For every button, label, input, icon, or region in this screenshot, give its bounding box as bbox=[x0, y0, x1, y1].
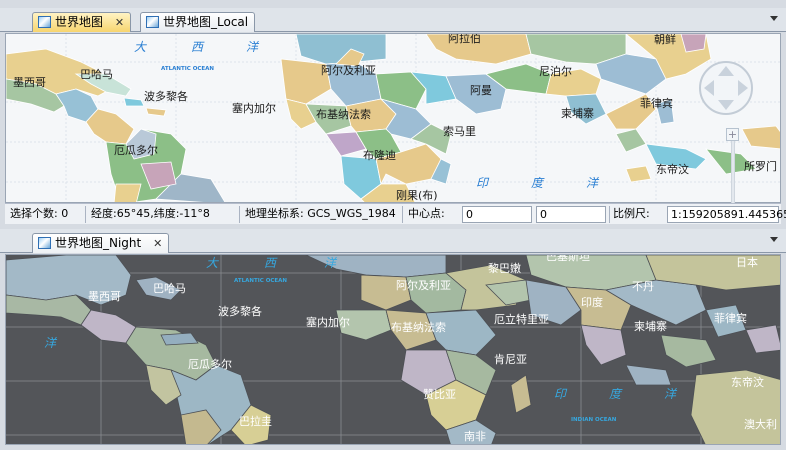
status-separator bbox=[402, 206, 403, 223]
top-tab-bar: 世界地图 ✕ 世界地图_Local bbox=[0, 8, 786, 32]
country-label: 南非 bbox=[464, 430, 486, 443]
country-label: 肯尼亚 bbox=[494, 353, 527, 366]
cursor-coordinates: 经度:65°45,纬度:-11°8 bbox=[91, 207, 210, 220]
tab-world-map[interactable]: 世界地图 ✕ bbox=[32, 12, 132, 32]
country-label: 布隆迪 bbox=[363, 148, 396, 162]
map-tab-icon bbox=[38, 237, 51, 249]
country-label: 澳大利 bbox=[744, 417, 777, 431]
country-label: 柬埔寨 bbox=[561, 106, 594, 120]
country-label: 黎巴嫩 bbox=[488, 261, 521, 275]
chevron-down-icon[interactable] bbox=[770, 16, 778, 21]
status-separator bbox=[609, 206, 610, 223]
country-label: 东帝汶 bbox=[731, 375, 764, 389]
pan-control[interactable] bbox=[698, 60, 754, 116]
ocean-label: 西 bbox=[191, 40, 205, 54]
country-label: 墨西哥 bbox=[13, 76, 46, 89]
center-x-field[interactable]: 0 bbox=[462, 206, 532, 223]
country-label: 波多黎各 bbox=[218, 304, 262, 318]
ocean-label: 大 bbox=[134, 40, 148, 54]
country-label: 塞内加尔 bbox=[232, 101, 276, 115]
tab-world-map-night[interactable]: 世界地图_Night ✕ bbox=[32, 233, 170, 253]
ocean-label: 西 bbox=[264, 256, 278, 270]
country-label: 巴哈马 bbox=[80, 68, 113, 81]
country-label: 巴基斯坦 bbox=[546, 255, 590, 263]
country-label: 朝鲜 bbox=[654, 34, 676, 46]
country-label: 厄立特里亚 bbox=[494, 312, 549, 326]
country-label: 刚果(布) bbox=[396, 189, 438, 202]
ocean-label: 印 bbox=[554, 387, 568, 401]
status-bar: 选择个数: 0 经度:65°45,纬度:-11°8 地理坐标系: GCS_WGS… bbox=[5, 203, 786, 224]
close-icon[interactable]: ✕ bbox=[153, 234, 162, 253]
country-label: 波多黎各 bbox=[144, 89, 188, 103]
world-map-night-view[interactable]: 大 西 洋 ATLANTIC OCEAN 洋 印 度 洋 INDIAN OCEA… bbox=[5, 254, 781, 445]
zoom-in-button[interactable]: + bbox=[726, 128, 739, 141]
country-label: 墨西哥 bbox=[88, 290, 121, 303]
ocean-label: 度 bbox=[531, 176, 545, 190]
coordinate-system: 地理坐标系: GCS_WGS_1984 bbox=[245, 207, 396, 220]
scale-label: 比例尺: bbox=[613, 207, 650, 220]
tab-world-map-night-label: 世界地图_Night bbox=[55, 236, 142, 250]
country-label: 索马里 bbox=[443, 124, 476, 138]
country-label: 塞内加尔 bbox=[306, 315, 350, 329]
center-y-field[interactable]: 0 bbox=[536, 206, 606, 223]
map-tab-icon bbox=[38, 16, 51, 28]
country-label: 柬埔寨 bbox=[634, 319, 667, 333]
country-label: 菲律宾 bbox=[714, 311, 747, 325]
country-label: 巴拉圭 bbox=[239, 414, 272, 428]
world-map-view[interactable]: 大 西 洋 ATLANTIC OCEAN 印 度 洋 墨西哥 巴哈马 波多黎各 … bbox=[5, 33, 781, 203]
country-label: 阿尔及利亚 bbox=[396, 279, 451, 292]
pan-arrows-icon bbox=[699, 61, 753, 115]
country-label: 不丹 bbox=[632, 280, 654, 293]
country-label: 阿拉伯 bbox=[448, 34, 481, 45]
country-label: 厄瓜多尔 bbox=[114, 143, 158, 157]
country-label: 赞比亚 bbox=[423, 388, 456, 401]
tab-world-map-label: 世界地图 bbox=[55, 15, 104, 29]
ocean-label: 印 bbox=[476, 176, 490, 190]
zoom-slider[interactable] bbox=[731, 141, 735, 203]
tab-world-map-local-label: 世界地图_Local bbox=[163, 15, 249, 29]
country-label: 巴哈马 bbox=[153, 282, 186, 295]
ocean-label: 洋 bbox=[664, 387, 678, 401]
map-tab-icon bbox=[146, 16, 159, 28]
center-point-label: 中心点: bbox=[408, 207, 445, 220]
tab-world-map-local[interactable]: 世界地图_Local bbox=[140, 12, 256, 32]
world-map-night-canvas: 大 西 洋 ATLANTIC OCEAN 洋 印 度 洋 INDIAN OCEA… bbox=[6, 255, 780, 444]
country-label: 菲律宾 bbox=[640, 96, 673, 110]
chevron-down-icon[interactable] bbox=[770, 237, 778, 242]
ocean-label: 洋 bbox=[324, 256, 338, 270]
close-icon[interactable]: ✕ bbox=[115, 13, 124, 32]
country-label: 印度 bbox=[581, 295, 603, 309]
country-label: 布基纳法索 bbox=[391, 320, 446, 334]
country-label: 尼泊尔 bbox=[539, 65, 572, 78]
world-map-canvas: 大 西 洋 ATLANTIC OCEAN 印 度 洋 墨西哥 巴哈马 波多黎各 … bbox=[6, 34, 780, 202]
country-label: 日本 bbox=[736, 255, 758, 269]
ocean-label: 洋 bbox=[246, 40, 260, 54]
country-label: 所罗门 bbox=[744, 159, 777, 173]
country-label: 阿尔及利亚 bbox=[321, 64, 376, 77]
status-separator bbox=[239, 206, 240, 223]
status-separator bbox=[85, 206, 86, 223]
country-label: 阿曼 bbox=[470, 84, 492, 97]
scale-field[interactable]: 1:159205891.445365 bbox=[667, 206, 786, 223]
bottom-tab-bar: 世界地图_Night ✕ bbox=[0, 229, 786, 253]
ocean-label: INDIAN OCEAN bbox=[571, 417, 617, 423]
ocean-label: ATLANTIC OCEAN bbox=[234, 278, 287, 284]
country-label: 厄瓜多尔 bbox=[188, 357, 232, 371]
ocean-label: ATLANTIC OCEAN bbox=[161, 66, 214, 72]
ocean-label: 洋 bbox=[44, 336, 58, 350]
country-label: 东帝汶 bbox=[656, 162, 689, 176]
selected-count: 选择个数: 0 bbox=[10, 207, 69, 220]
ocean-label: 洋 bbox=[586, 176, 600, 190]
ocean-label: 度 bbox=[609, 387, 623, 401]
ocean-label: 大 bbox=[206, 256, 220, 270]
country-label: 布基纳法索 bbox=[316, 107, 371, 121]
